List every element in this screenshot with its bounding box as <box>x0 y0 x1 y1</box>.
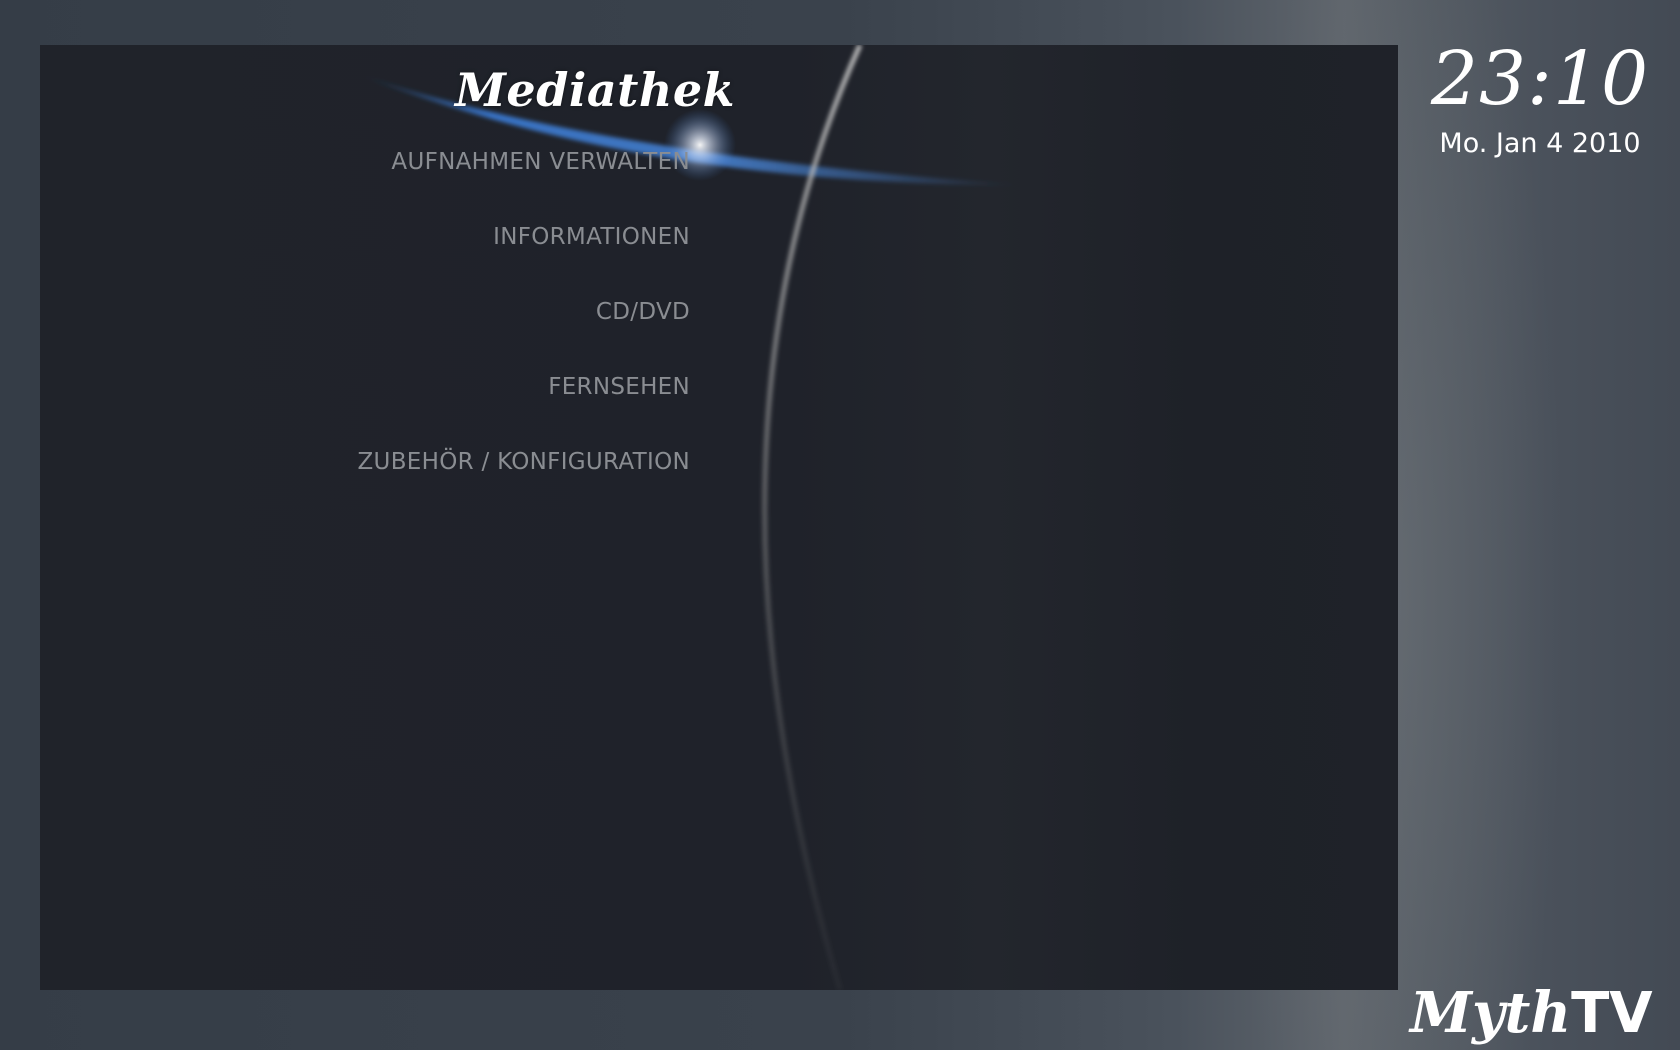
menu-title: Mediathek <box>455 63 735 117</box>
logo-tv-text: TV <box>1571 981 1653 1046</box>
menu-item-fernsehen[interactable]: FERNSEHEN <box>100 374 690 449</box>
menu-item-cd-dvd[interactable]: CD/DVD <box>100 299 690 374</box>
menu-item-zubehoer-konfiguration[interactable]: ZUBEHÖR / KONFIGURATION <box>100 449 690 524</box>
logo-myth-text: Myth <box>1410 980 1572 1046</box>
menu-item-informationen[interactable]: INFORMATIONEN <box>100 224 690 299</box>
clock-date: Mo. Jan 4 2010 <box>1439 128 1641 159</box>
clock-time: 23:10 <box>1430 36 1650 122</box>
mythtv-logo: MythTV <box>1410 980 1672 1046</box>
menu-item-aufnahmen-verwalten[interactable]: AUFNAHMEN VERWALTEN <box>100 149 690 224</box>
main-menu-list: AUFNAHMEN VERWALTEN INFORMATIONEN CD/DVD… <box>100 149 690 524</box>
main-menu-panel: Mediathek AUFNAHMEN VERWALTEN INFORMATIO… <box>40 45 1398 990</box>
